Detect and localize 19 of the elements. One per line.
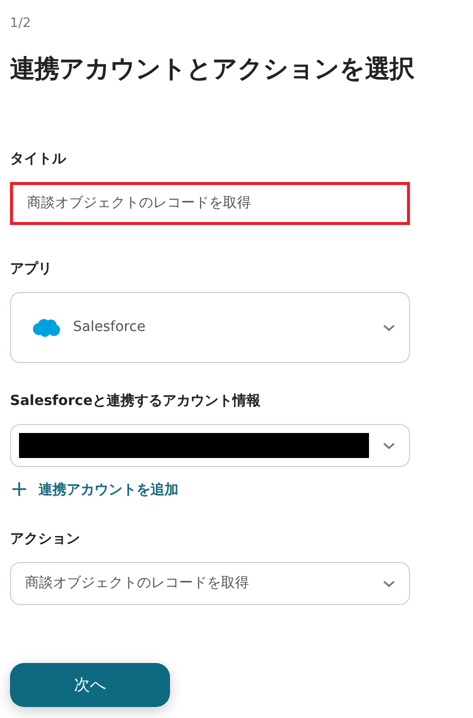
cloud-icon bbox=[31, 318, 61, 338]
account-select[interactable] bbox=[10, 424, 410, 467]
chevron-down-icon bbox=[383, 324, 395, 332]
field-label: アクション bbox=[10, 530, 81, 549]
chevron-down-icon bbox=[383, 442, 395, 450]
add-account-link[interactable]: + 連携アカウントを追加 bbox=[10, 479, 178, 501]
action-select[interactable]: 商談オブジェクトのレコードを取得 bbox=[10, 562, 410, 605]
app-name: Salesforce bbox=[73, 318, 146, 337]
title-field[interactable]: 商談オブジェクトのレコードを取得 bbox=[10, 182, 410, 225]
page-heading: 連携アカウントとアクションを選択 bbox=[10, 52, 414, 84]
chevron-down-icon bbox=[383, 580, 395, 588]
plus-icon: + bbox=[10, 479, 28, 501]
field-label: タイトル bbox=[10, 150, 68, 169]
field-label: アプリ bbox=[10, 260, 53, 279]
app-select[interactable]: Salesforce bbox=[10, 292, 410, 363]
field-label: Salesforceと連携するアカウント情報 bbox=[10, 392, 262, 411]
next-button[interactable]: 次へ bbox=[10, 663, 170, 707]
step-indicator: 1/2 bbox=[10, 15, 32, 33]
selected-value: 商談オブジェクトのレコードを取得 bbox=[25, 574, 249, 593]
